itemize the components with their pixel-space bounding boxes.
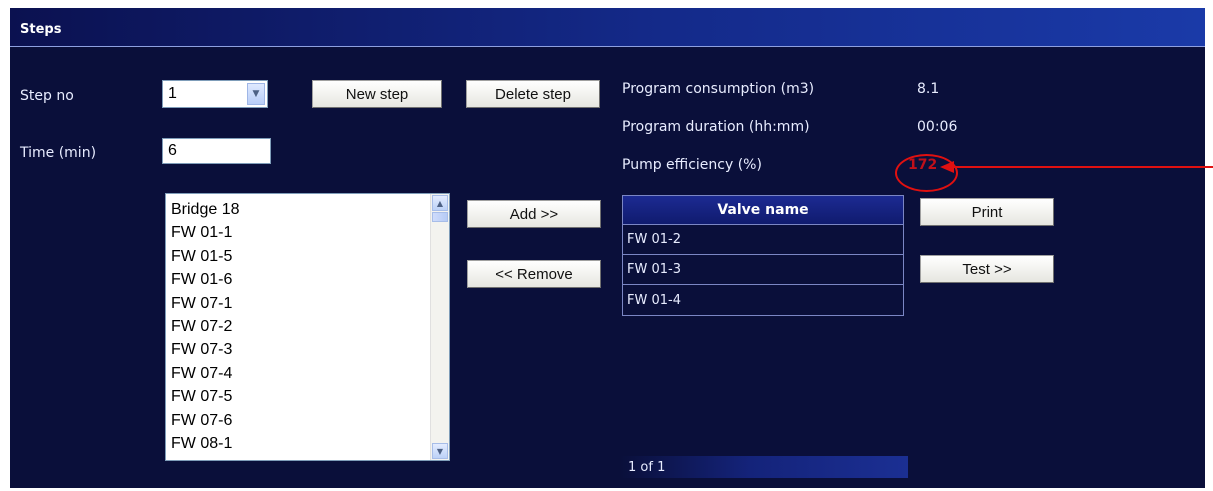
scroll-down-icon[interactable]: ▼	[432, 443, 448, 459]
new-step-button[interactable]: New step	[312, 80, 442, 108]
valve-table: Valve name FW 01-2 FW 01-3 FW 01-4	[622, 195, 904, 316]
table-row[interactable]: FW 01-4	[623, 285, 903, 315]
efficiency-label: Pump efficiency (%)	[622, 157, 762, 173]
time-input[interactable]: 6	[162, 138, 271, 164]
consumption-label: Program consumption (m3)	[622, 81, 815, 97]
panel-title: Steps	[20, 22, 62, 37]
scroll-up-icon[interactable]: ▲	[432, 195, 448, 211]
table-row[interactable]: FW 01-2	[623, 225, 903, 255]
table-row[interactable]: FW 01-3	[623, 255, 903, 285]
print-button[interactable]: Print	[920, 198, 1054, 226]
list-item[interactable]: FW 07-6	[171, 411, 232, 430]
scroll-thumb[interactable]	[432, 212, 448, 222]
chevron-down-icon[interactable]: ▼	[247, 83, 265, 105]
available-valves-list[interactable]: Bridge 18 FW 01-1 FW 01-5 FW 01-6 FW 07-1 FW …	[165, 193, 450, 461]
consumption-value: 8.1	[917, 81, 940, 97]
remove-button[interactable]: << Remove	[467, 260, 601, 288]
step-no-label: Step no	[20, 88, 74, 104]
list-item[interactable]: FW 07-2	[171, 317, 232, 336]
step-no-value: 1	[168, 85, 177, 102]
add-button[interactable]: Add >>	[467, 200, 601, 228]
duration-value: 00:06	[917, 119, 958, 135]
delete-step-button[interactable]: Delete step	[466, 80, 600, 108]
step-no-select[interactable]: 1 ▼	[162, 80, 268, 108]
list-scrollbar[interactable]: ▲ ▼	[430, 194, 449, 460]
valve-table-rows: FW 01-2 FW 01-3 FW 01-4	[623, 225, 903, 315]
annotation-arrow	[940, 161, 1213, 173]
steps-panel: Steps Step no 1 ▼ Time (min) 6 New step …	[10, 8, 1205, 488]
valve-table-header: Valve name	[623, 196, 903, 225]
list-item[interactable]: FW 08-1	[171, 434, 232, 453]
list-item[interactable]: FW 01-1	[171, 223, 232, 242]
list-item[interactable]: Bridge 18	[171, 200, 240, 219]
list-item[interactable]: FW 01-5	[171, 247, 232, 266]
pager: 1 of 1	[620, 456, 908, 478]
list-item[interactable]: FW 07-3	[171, 340, 232, 359]
panel-header: Steps	[10, 8, 1205, 47]
list-item[interactable]: FW 07-1	[171, 294, 232, 313]
list-item[interactable]: FW 07-5	[171, 387, 232, 406]
list-item[interactable]: FW 07-4	[171, 364, 232, 383]
list-item[interactable]: FW 01-6	[171, 270, 232, 289]
time-label: Time (min)	[20, 145, 97, 161]
test-button[interactable]: Test >>	[920, 255, 1054, 283]
duration-label: Program duration (hh:mm)	[622, 119, 810, 135]
